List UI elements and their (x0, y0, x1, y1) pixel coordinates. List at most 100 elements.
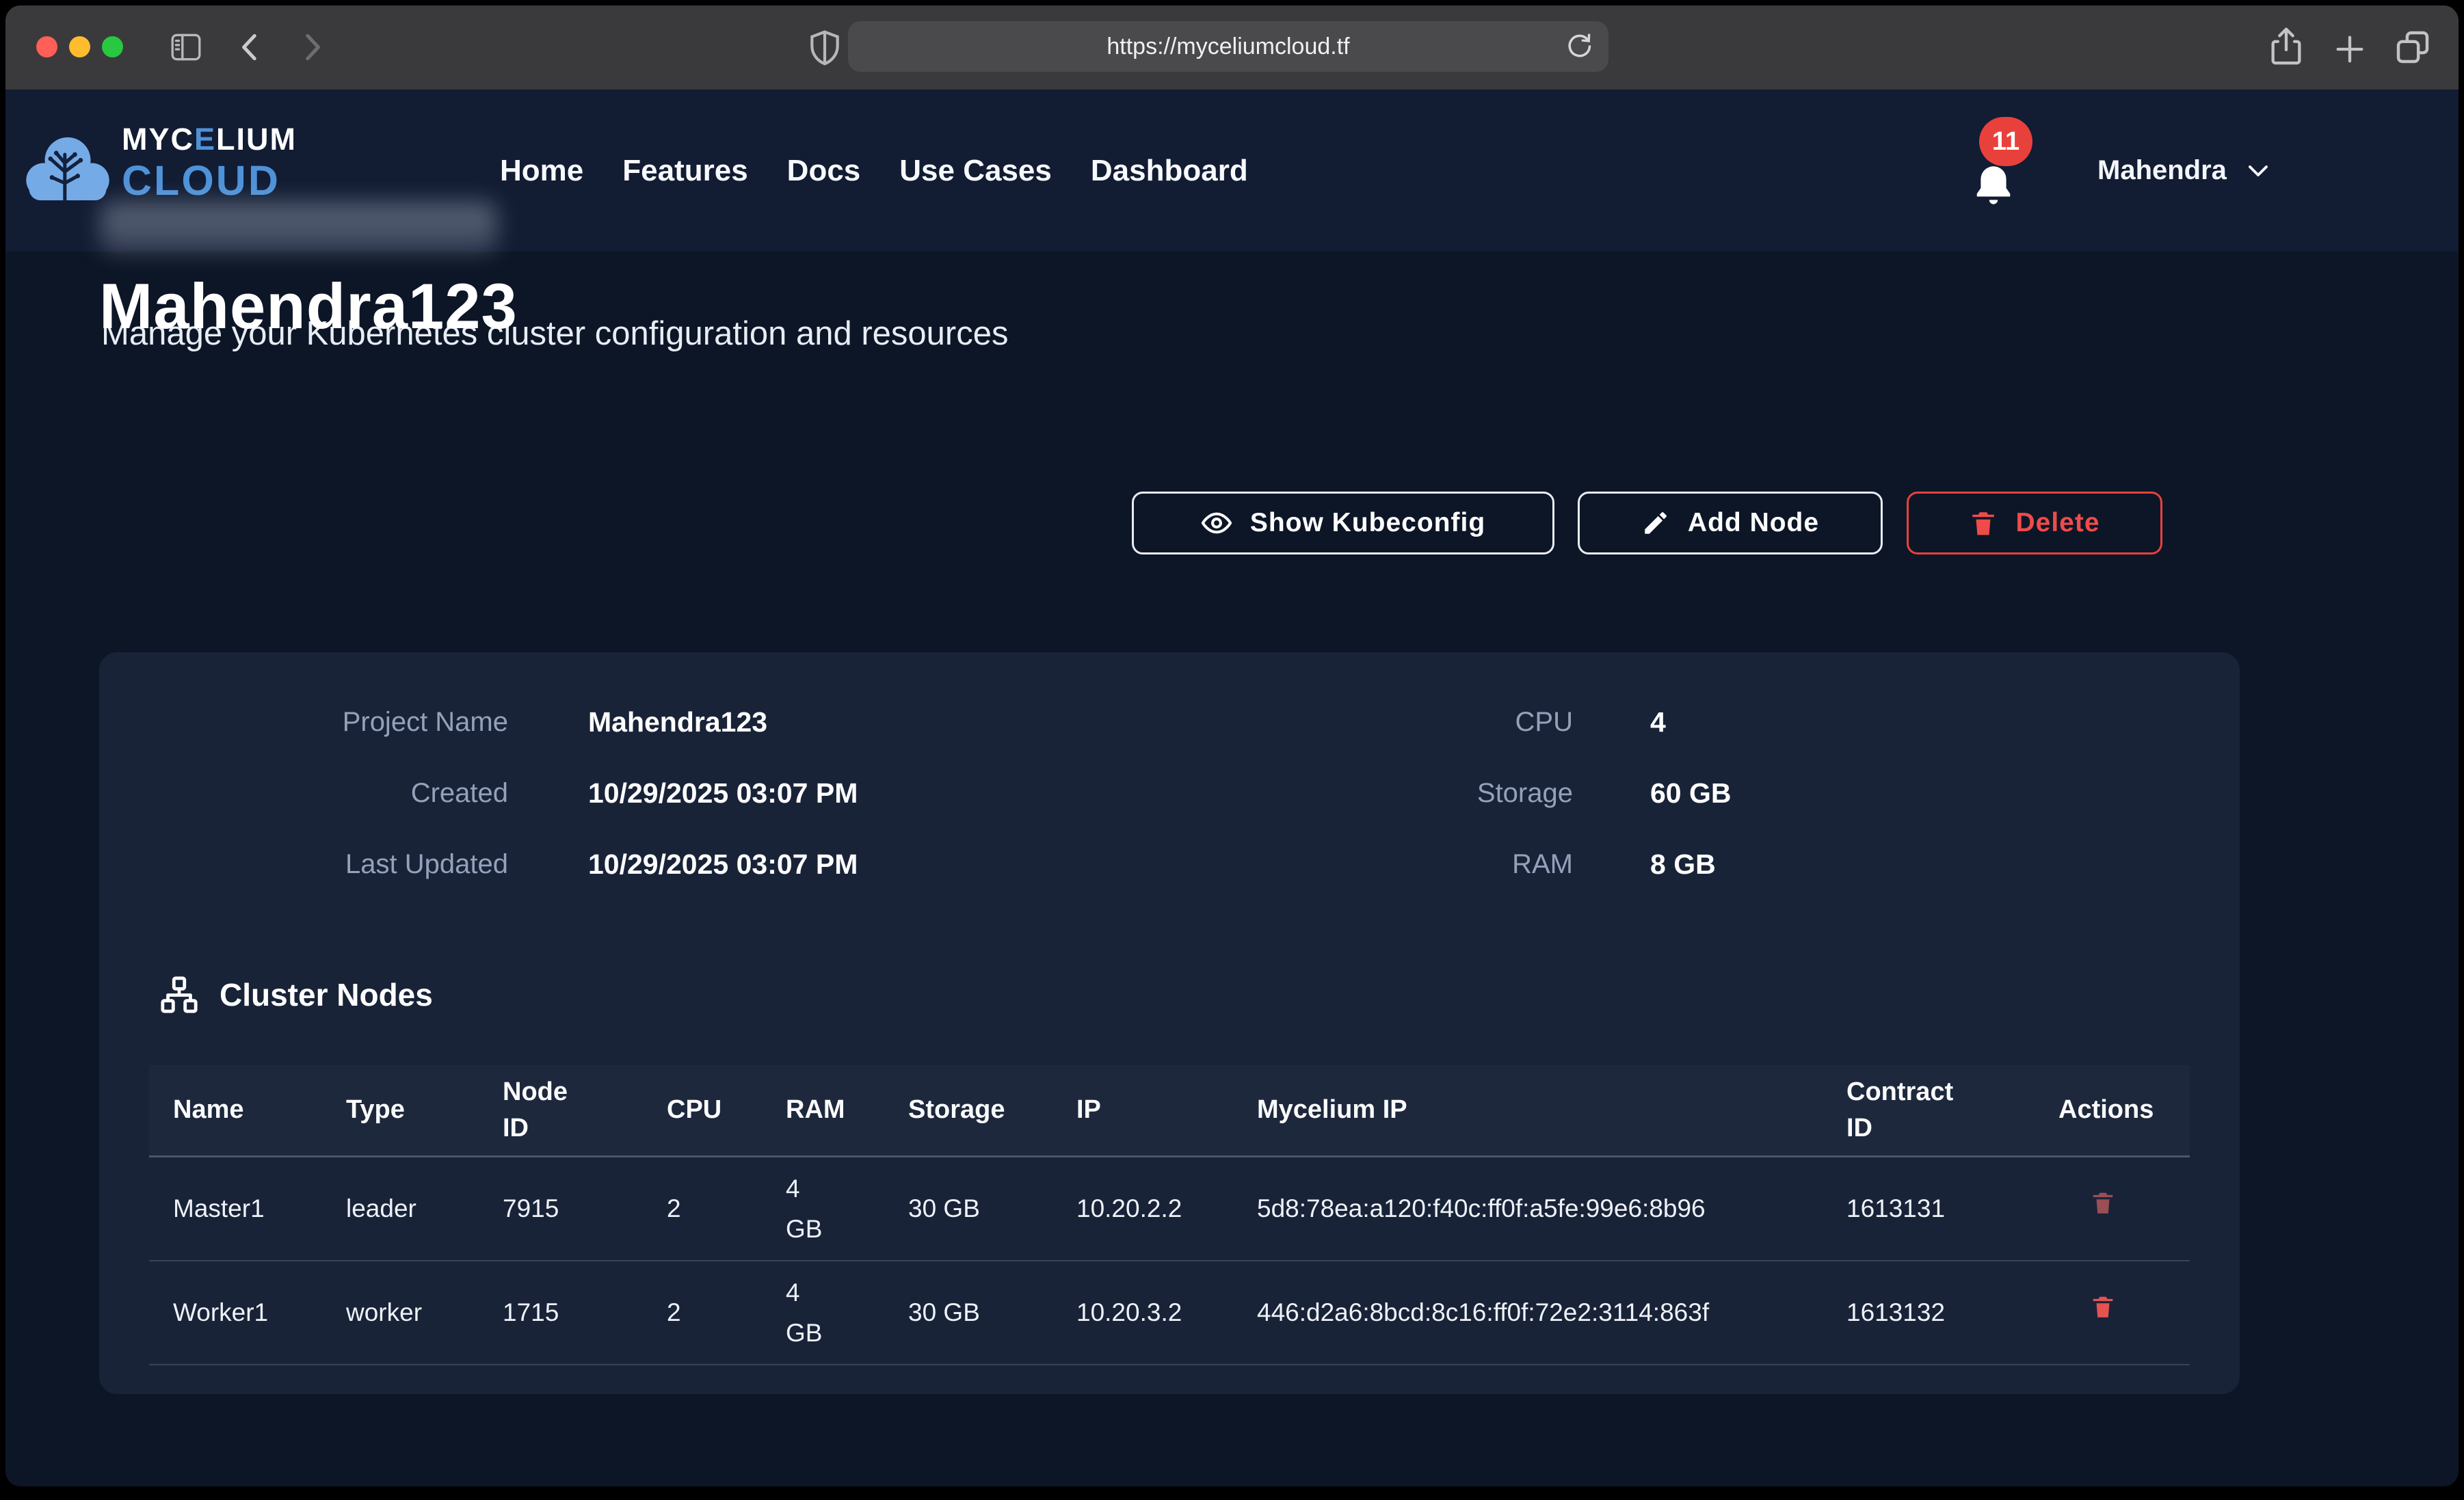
node-mycelium-ip: 5d8:78ea:a120:f40c:ff0f:a5fe:99e6:8b96 (1257, 1188, 1846, 1229)
node-name: Worker1 (149, 1292, 346, 1332)
tabs-icon[interactable] (2394, 27, 2432, 67)
trash-icon (2090, 1188, 2116, 1217)
cloud-logo-icon[interactable] (22, 118, 114, 222)
show-kubeconfig-label: Show Kubeconfig (1250, 508, 1485, 538)
cluster-card: Project Name Mahendra123 CPU 4 Created 1… (99, 652, 2240, 1394)
refresh-icon[interactable] (1563, 31, 1593, 62)
network-icon (159, 975, 199, 1015)
info-row: Last Updated 10/29/2025 03:07 PM RAM 8 G… (99, 829, 2240, 900)
node-name: Master1 (149, 1188, 346, 1229)
back-icon[interactable] (234, 30, 268, 64)
eye-icon (1201, 507, 1232, 539)
node-ram: 4 GB (786, 1168, 908, 1249)
cpu-value: 4 (1650, 706, 2240, 738)
trash-icon (1969, 509, 1998, 537)
cluster-nodes-title: Cluster Nodes (220, 976, 433, 1013)
col-node-id: Node ID (503, 1074, 667, 1147)
bell-icon (1972, 163, 2015, 210)
storage-label: Storage (1399, 778, 1650, 809)
node-contract-id: 1613132 (1846, 1292, 2058, 1332)
close-window-button[interactable] (36, 36, 57, 57)
cluster-nodes-header: Cluster Nodes (159, 975, 433, 1015)
cluster-actions: Show Kubeconfig Add Node Delete (5, 492, 2459, 554)
project-name-label: Project Name (99, 707, 588, 738)
forward-icon[interactable] (294, 30, 328, 64)
delete-label: Delete (2015, 508, 2099, 538)
brand-stylized-e: E (194, 122, 216, 157)
col-cpu: CPU (667, 1092, 786, 1128)
delete-cluster-button[interactable]: Delete (1907, 492, 2162, 554)
page-title: Mahendra123 (99, 274, 518, 338)
node-mycelium-ip: 446:d2a6:8bcd:8c16:ff0f:72e2:3114:863f (1257, 1292, 1846, 1332)
nav-links: Home Features Docs Use Cases Dashboard (500, 90, 1248, 252)
col-mycelium-ip: Mycelium IP (1257, 1092, 1846, 1128)
table-row-master1: Master1 leader 7915 2 4 GB 30 GB 10.20.2… (149, 1157, 2190, 1261)
node-ip: 10.20.2.2 (1076, 1188, 1257, 1229)
notifications-button[interactable]: 11 (1963, 117, 2052, 240)
user-menu[interactable]: Mahendra (2097, 90, 2270, 252)
show-kubeconfig-button[interactable]: Show Kubeconfig (1132, 492, 1554, 554)
table-header-row: Name Type Node ID CPU RAM Storage IP Myc… (149, 1065, 2190, 1157)
col-type: Type (346, 1092, 503, 1128)
url-text: https://myceliumcloud.tf (848, 21, 1608, 72)
col-name: Name (149, 1092, 346, 1128)
table-row-worker1: Worker1 worker 1715 2 4 GB 30 GB 10.20.3… (149, 1261, 2190, 1365)
cluster-info: Project Name Mahendra123 CPU 4 Created 1… (99, 686, 2240, 900)
col-actions: Actions (2058, 1092, 2190, 1128)
col-ip: IP (1076, 1092, 1257, 1128)
nav-link-dashboard[interactable]: Dashboard (1091, 154, 1248, 188)
ram-value: 8 GB (1650, 848, 2240, 881)
col-storage: Storage (908, 1092, 1076, 1128)
node-id: 7915 (503, 1188, 667, 1229)
shield-icon[interactable] (806, 27, 844, 68)
sidebar-icon[interactable] (168, 30, 204, 64)
storage-value: 60 GB (1650, 777, 2240, 809)
node-cpu: 2 (667, 1292, 786, 1332)
node-type: leader (346, 1188, 503, 1229)
node-storage: 30 GB (908, 1292, 1076, 1332)
info-row: Created 10/29/2025 03:07 PM Storage 60 G… (99, 758, 2240, 829)
new-tab-icon[interactable] (2332, 31, 2368, 67)
minimize-window-button[interactable] (69, 36, 90, 57)
delete-node-button[interactable] (2058, 1292, 2190, 1332)
node-storage: 30 GB (908, 1188, 1076, 1229)
project-name-value: Mahendra123 (588, 706, 1399, 738)
col-contract-id: Contract ID (1846, 1074, 2058, 1147)
last-updated-label: Last Updated (99, 849, 588, 880)
pencil-icon (1641, 509, 1670, 537)
blurred-redaction (101, 202, 497, 253)
node-id: 1715 (503, 1292, 667, 1332)
ram-label: RAM (1399, 849, 1650, 880)
cluster-nodes-table: Name Type Node ID CPU RAM Storage IP Myc… (149, 1065, 2190, 1365)
nav-link-docs[interactable]: Docs (787, 154, 861, 188)
node-contract-id: 1613131 (1846, 1188, 2058, 1229)
brand-mycelium: MYCELIUM (122, 124, 297, 155)
add-node-button[interactable]: Add Node (1578, 492, 1883, 554)
add-node-label: Add Node (1688, 508, 1819, 538)
user-name: Mahendra (2097, 155, 2227, 186)
nav-link-use-cases[interactable]: Use Cases (899, 154, 1052, 188)
info-row: Project Name Mahendra123 CPU 4 (99, 686, 2240, 758)
share-icon[interactable] (2266, 25, 2306, 68)
brand-wordmark[interactable]: MYCELIUM CLOUD (122, 124, 297, 202)
created-value: 10/29/2025 03:07 PM (588, 777, 1399, 809)
col-ram: RAM (786, 1092, 908, 1128)
zoom-window-button[interactable] (102, 36, 123, 57)
trash-icon (2090, 1292, 2116, 1321)
browser-toolbar: https://myceliumcloud.tf (5, 5, 2459, 90)
browser-window: https://myceliumcloud.tf Mahendra123 (5, 5, 2459, 1486)
nav-link-features[interactable]: Features (622, 154, 747, 188)
address-bar[interactable]: https://myceliumcloud.tf (848, 21, 1608, 72)
node-ram: 4 GB (786, 1272, 908, 1353)
nav-link-home[interactable]: Home (500, 154, 583, 188)
node-type: worker (346, 1292, 503, 1332)
node-cpu: 2 (667, 1188, 786, 1229)
last-updated-value: 10/29/2025 03:07 PM (588, 848, 1399, 881)
chevron-down-icon (2246, 163, 2270, 179)
brand-cloud: CLOUD (122, 160, 297, 202)
notification-badge: 11 (1979, 117, 2032, 166)
created-label: Created (99, 778, 588, 809)
cpu-label: CPU (1399, 707, 1650, 738)
delete-node-button[interactable] (2058, 1188, 2190, 1229)
node-ip: 10.20.3.2 (1076, 1292, 1257, 1332)
